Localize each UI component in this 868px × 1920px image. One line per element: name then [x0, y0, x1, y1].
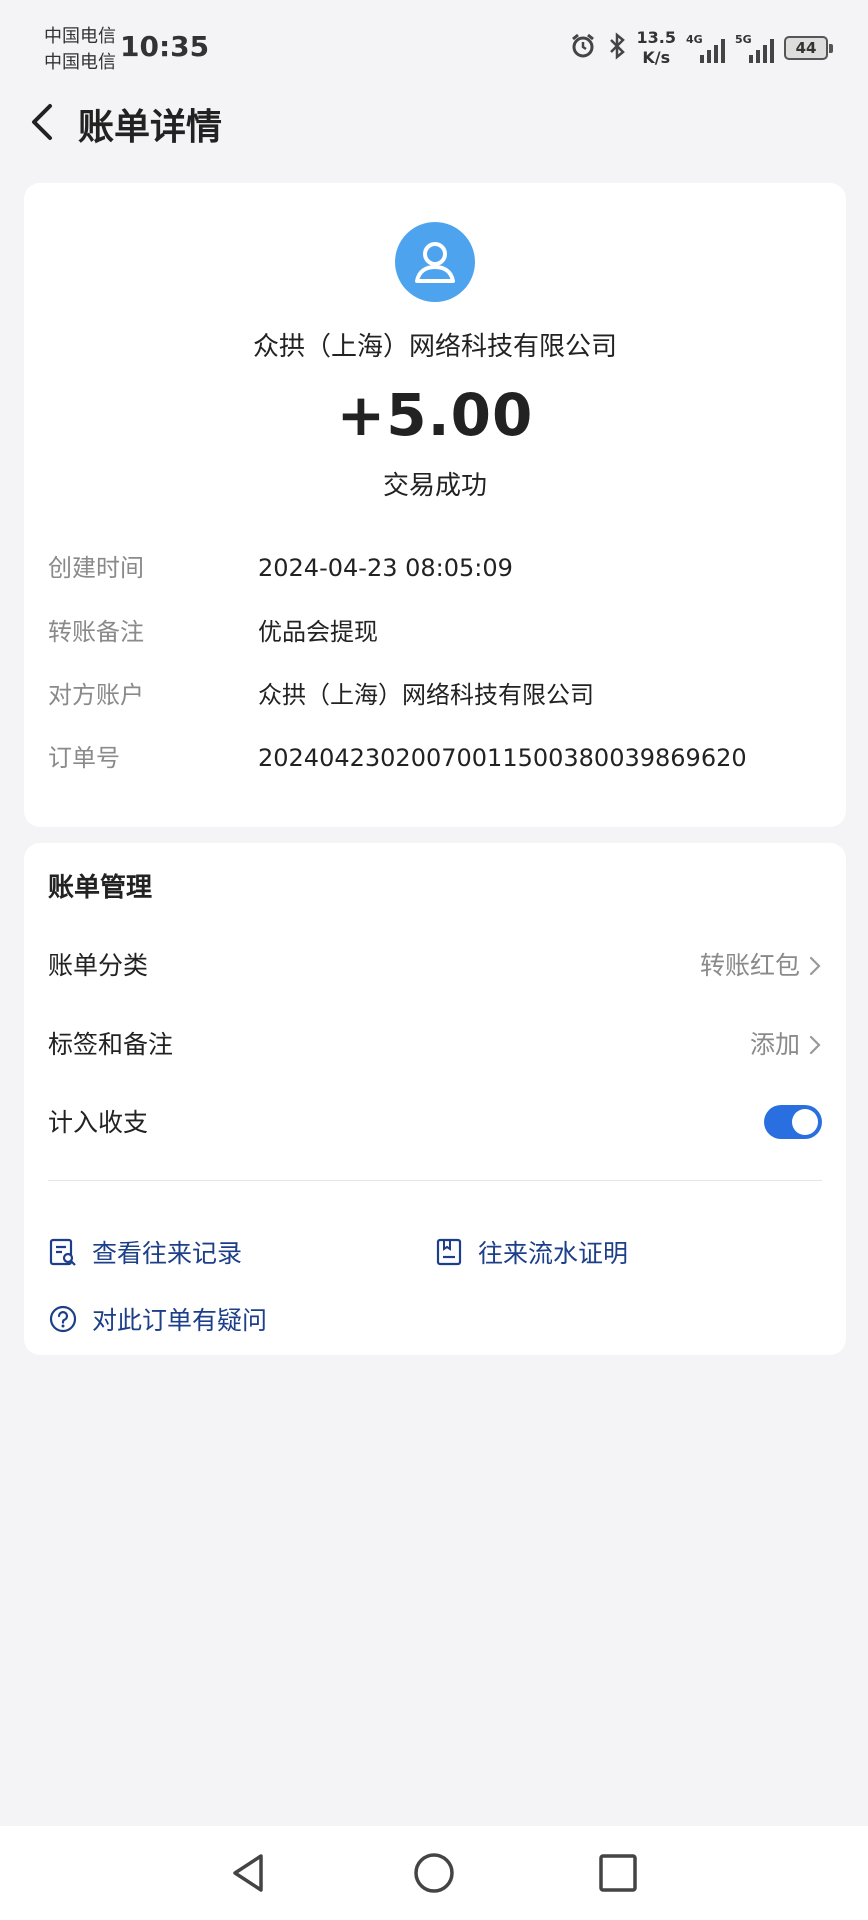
- tags-notes-value: 添加: [749, 1030, 800, 1059]
- flow-proof-link[interactable]: 往来流水证明: [434, 1232, 628, 1272]
- chevron-right-icon: [809, 1035, 821, 1055]
- back-button[interactable]: [22, 100, 62, 144]
- bill-management-card: 账单管理 账单分类 转账红包 标签和备注 添加 计入收支 查看往来记录 往来流水…: [24, 843, 846, 1355]
- tags-notes-row[interactable]: 标签和备注 添加: [48, 1025, 822, 1065]
- chevron-left-icon: [32, 104, 52, 140]
- user-avatar-icon: [395, 222, 475, 302]
- system-nav-bar: [0, 1826, 868, 1920]
- nav-home-button[interactable]: [409, 1848, 459, 1898]
- bill-category-row[interactable]: 账单分类 转账红包: [48, 946, 822, 986]
- page-title: 账单详情: [78, 107, 223, 148]
- transaction-card: 众拱（上海）网络科技有限公司 +5.00 交易成功 创建时间 2024-04-2…: [24, 183, 846, 827]
- detail-row-order-number: 订单号 20240423020070011500380039869620: [48, 744, 747, 772]
- nav-recents-button[interactable]: [593, 1848, 643, 1898]
- document-icon: [436, 1238, 462, 1266]
- chevron-right-icon: [809, 956, 821, 976]
- section-title: 账单管理: [48, 873, 153, 903]
- status-icons: 13.5 K/s 4G 5G 44: [569, 26, 833, 70]
- signal-4g-icon: 4G: [686, 33, 725, 63]
- detail-row-counterparty: 对方账户 众拱（上海）网络科技有限公司: [48, 681, 594, 709]
- bill-category-value: 转账红包: [699, 951, 800, 980]
- payee-name: 众拱（上海）网络科技有限公司: [252, 332, 617, 362]
- bluetooth-icon: [607, 32, 627, 64]
- divider: [48, 1180, 822, 1181]
- record-search-icon: [49, 1238, 76, 1266]
- square-recents-icon: [599, 1854, 637, 1892]
- status-time: 10:35: [120, 30, 210, 63]
- circle-home-icon: [414, 1853, 454, 1893]
- status-bar: 中国电信 中国电信 10:35 13.5 K/s 4G 5G 44: [0, 0, 868, 80]
- order-question-link[interactable]: 对此订单有疑问: [48, 1299, 267, 1339]
- detail-row-created-time: 创建时间 2024-04-23 08:05:09: [48, 554, 513, 582]
- transaction-amount: +5.00: [336, 381, 534, 449]
- net-speed: 13.5 K/s: [636, 28, 676, 67]
- carrier-2: 中国电信: [44, 52, 116, 73]
- nav-back-button[interactable]: [224, 1848, 274, 1898]
- app-header: 账单详情: [0, 86, 868, 156]
- signal-5g-icon: 5G: [735, 33, 774, 63]
- carrier-1: 中国电信: [44, 26, 116, 47]
- battery-icon: 44: [784, 36, 833, 60]
- triangle-back-icon: [233, 1854, 263, 1892]
- count-income-row: 计入收支: [48, 1103, 822, 1143]
- carrier-labels: 中国电信 中国电信: [44, 24, 116, 76]
- question-circle-icon: [49, 1305, 77, 1333]
- detail-row-remark: 转账备注 优品会提现: [48, 618, 378, 646]
- count-income-toggle[interactable]: [764, 1105, 822, 1139]
- transaction-status: 交易成功: [382, 471, 487, 501]
- alarm-icon: [569, 32, 597, 64]
- view-records-link[interactable]: 查看往来记录: [48, 1232, 242, 1272]
